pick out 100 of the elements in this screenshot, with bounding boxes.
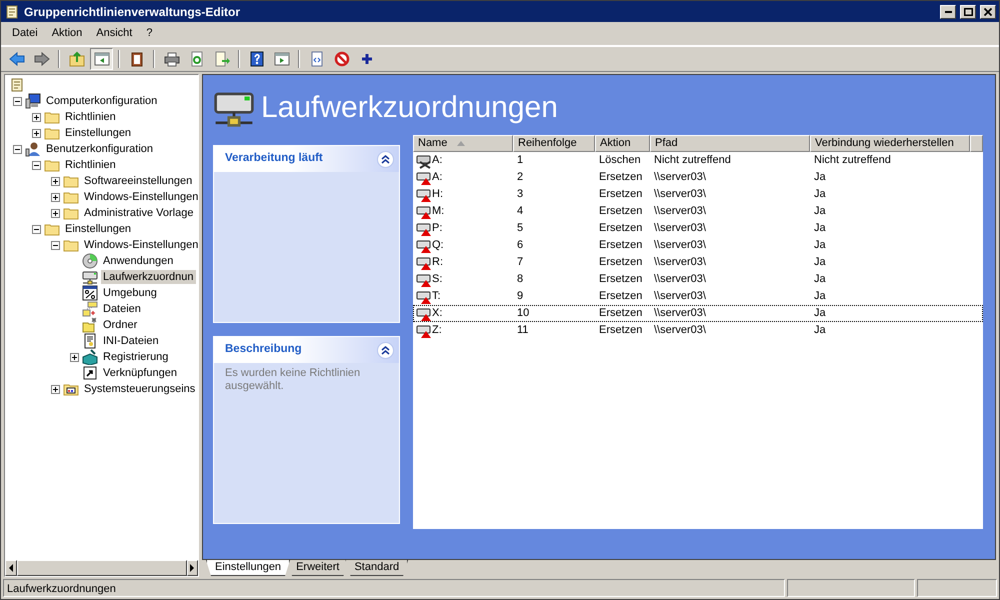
tree-item[interactable]: Verknüpfungen [101, 366, 180, 380]
scroll-icon [9, 77, 25, 93]
folder-icon [82, 317, 98, 333]
maximize-icon [964, 8, 972, 16]
collapse-toggle[interactable] [13, 144, 22, 154]
drive-name[interactable]: S: [413, 271, 513, 288]
chevron-up-icon [381, 154, 390, 164]
tree-item[interactable]: INI-Dateien [101, 334, 161, 348]
table-cell-text: Ersetzen [598, 170, 644, 186]
minimize-icon [944, 10, 952, 12]
expand-toggle[interactable] [51, 384, 60, 394]
files-icon [82, 301, 98, 317]
tree-item[interactable]: Registrierung [101, 350, 170, 364]
drive-delete-icon [416, 152, 432, 168]
tree-item[interactable]: Administrative Vorlage [82, 206, 196, 220]
close-button[interactable] [980, 4, 996, 18]
expand-toggle[interactable] [32, 112, 41, 122]
collapse-toggle[interactable] [51, 240, 60, 250]
tree-item[interactable]: Computerkonfiguration [44, 94, 160, 108]
collapse-button[interactable] [377, 150, 394, 168]
table-cell-text: 11 [516, 323, 530, 338]
menu-item[interactable]: Aktion [44, 23, 90, 44]
table-cell-text: \\server03\ [653, 255, 707, 270]
menu-item[interactable]: Datei [5, 23, 45, 44]
tree-item[interactable]: Einstellungen [63, 222, 134, 236]
scroll-right-button[interactable] [186, 560, 198, 576]
scrollbar-thumb[interactable] [16, 560, 186, 576]
tree-item[interactable]: Einstellungen [63, 126, 134, 140]
column-header[interactable]: Verbindung wiederherstellen [810, 135, 970, 152]
expand-toggle[interactable] [70, 352, 79, 362]
menu-item[interactable]: ? [139, 23, 160, 44]
tree-item[interactable]: Umgebung [101, 286, 159, 300]
table-cell-text: Ja [813, 272, 827, 288]
panel-icon [274, 51, 290, 67]
tree-item[interactable]: Softwareeinstellungen [82, 174, 194, 188]
left-arrow-icon [8, 564, 14, 572]
drive-name[interactable]: X: [413, 305, 513, 322]
tab[interactable]: Standard [345, 560, 408, 576]
table-cell-text: \\server03\ [653, 187, 707, 202]
table-cell-text: Ersetzen [598, 238, 644, 254]
drive-name[interactable]: R: [413, 254, 513, 271]
collapse-toggle[interactable] [32, 160, 41, 170]
percent-icon [82, 285, 98, 301]
menu-item[interactable]: Ansicht [89, 23, 140, 44]
column-header[interactable]: Aktion [595, 135, 650, 152]
expand-toggle[interactable] [51, 192, 60, 202]
tree-item[interactable]: Dateien [101, 302, 143, 316]
tree-item[interactable]: Windows-Einstellungen [82, 190, 198, 204]
plus-icon [33, 130, 40, 136]
drive-name[interactable]: H: [413, 186, 513, 203]
table-cell-text: Ja [813, 323, 827, 338]
plus-icon [52, 210, 59, 216]
document-icon [308, 51, 324, 67]
tree-item[interactable]: Richtlinien [63, 158, 118, 172]
column-header[interactable]: Reihenfolge [513, 135, 595, 152]
tree-item[interactable]: Laufwerkzuordnun [101, 270, 196, 284]
tree-item[interactable]: Systemsteuerungseins [82, 382, 198, 396]
table-cell-text: \\server03\ [653, 204, 707, 220]
drive-name[interactable]: A: [413, 152, 513, 169]
collapse-toggle[interactable] [32, 224, 41, 234]
status-text: Laufwerkzuordnungen [3, 579, 785, 597]
plus-icon [33, 114, 40, 120]
plus-icon [52, 178, 59, 184]
drive-name[interactable]: Z: [413, 322, 513, 339]
expand-toggle[interactable] [32, 128, 41, 138]
printer-icon [164, 51, 180, 67]
collapse-button[interactable] [377, 342, 394, 358]
drive-name[interactable]: A: [413, 169, 513, 186]
table-cell-text: Ersetzen [598, 323, 644, 338]
column-header[interactable]: Pfad [650, 135, 810, 152]
close-icon [984, 8, 992, 16]
drive-warning-icon [416, 288, 432, 304]
drive-warning-icon [416, 204, 432, 220]
expand-toggle[interactable] [51, 208, 60, 218]
tree-item[interactable]: Ordner [101, 318, 140, 332]
drive-name[interactable]: T: [413, 288, 513, 305]
tree-item[interactable]: Windows-Einstellungen [82, 238, 198, 252]
plus-icon [52, 386, 59, 392]
table-cell-text: Ja [813, 187, 827, 202]
tab[interactable]: Einstellungen [206, 560, 290, 576]
tree-item[interactable]: Anwendungen [101, 254, 176, 268]
table-cell-text: Ersetzen [598, 272, 644, 288]
expand-toggle[interactable] [51, 176, 60, 186]
drive-name[interactable]: P: [413, 220, 513, 237]
scroll-left-button[interactable] [5, 560, 16, 576]
back-arrow-icon [8, 51, 24, 67]
table-cell-text: Ersetzen [598, 204, 644, 220]
maximize-button[interactable] [960, 4, 976, 18]
tree-item[interactable]: Benutzerkonfiguration [44, 142, 156, 156]
tree-item[interactable]: Richtlinien [63, 110, 118, 124]
drive-name[interactable]: Q: [413, 237, 513, 254]
column-header[interactable]: Name [413, 135, 513, 152]
collapse-toggle[interactable] [13, 96, 22, 106]
table-cell-text: 10 [516, 306, 530, 322]
plus-icon [52, 194, 59, 200]
drive-name[interactable]: M: [413, 203, 513, 220]
minimize-button[interactable] [940, 4, 956, 18]
table-cell-text: 7 [516, 255, 524, 270]
user-icon [25, 141, 41, 157]
panel-title: Verarbeitung läuft [225, 151, 323, 166]
